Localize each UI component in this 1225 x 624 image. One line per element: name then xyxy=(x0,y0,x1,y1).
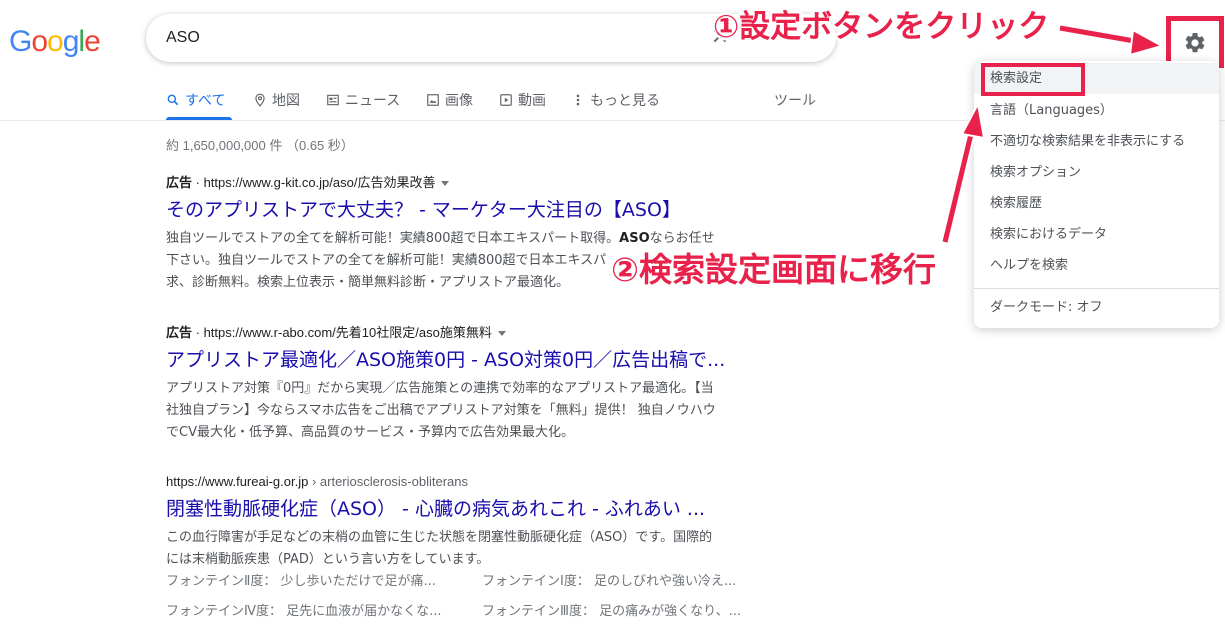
sublink[interactable]: フォンテインⅢ度： 足の痛みが強くなり、... xyxy=(482,601,798,623)
keyword-highlight: ASO xyxy=(619,231,650,246)
result-url[interactable]: https://www.g-kit.co.jp/aso/広告効果改善 xyxy=(204,175,436,190)
gear-icon[interactable] xyxy=(1183,31,1207,55)
result-snippet: アプリストア対策『0円』だから実現／広告施策との連携で効率的なアプリストア最適化… xyxy=(166,378,766,444)
tab-all[interactable]: すべて xyxy=(166,89,225,111)
sublink[interactable]: フォンテインⅠ度： 足のしびれや強い冷え... xyxy=(482,571,798,593)
result-cite: https://www.fureai-g.or.jp › arterioscle… xyxy=(166,473,766,491)
annotation-step2: ②検索設定画面に移行 xyxy=(611,250,936,289)
ad-label: 広告 xyxy=(166,325,193,340)
tab-maps[interactable]: 地図 xyxy=(253,89,300,111)
snippet-line: この血行障害が手足などの末梢の血管に生じた状態を閉塞性動脈硬化症（ASO）です。… xyxy=(166,530,713,545)
tab-more[interactable]: もっと見る xyxy=(571,89,660,111)
annotation-step1: ①設定ボタンをクリック xyxy=(713,9,1050,45)
tab-label: 地図 xyxy=(272,92,300,108)
tools-label: ツール xyxy=(774,92,816,108)
snippet-line: 社独自プラン】今ならスマホ広告をご出稿でアプリストア対策を「無料」提供！ 独自ノ… xyxy=(166,403,716,418)
logo-letter: g xyxy=(62,25,80,58)
chevron-down-icon[interactable] xyxy=(441,181,450,187)
result-title-link[interactable]: 閉塞性動脈硬化症（ASO） - 心臓の病気あれこれ - ふれあい ... xyxy=(166,497,766,521)
result-cite: 広告 · https://www.r-abo.com/先着10社限定/aso施策… xyxy=(166,324,766,342)
menu-item-languages[interactable]: 言語（Languages） xyxy=(974,95,1219,126)
menu-divider xyxy=(974,288,1219,289)
snippet-text: 独自ツールでストアの全てを解析可能！実績800超で日本エキスパート取得。ASOな… xyxy=(166,231,715,246)
menu-item-your-data[interactable]: 検索におけるデータ xyxy=(974,219,1219,250)
tab-videos[interactable]: 動画 xyxy=(499,89,546,111)
snippet-line: アプリストア対策『0円』だから実現／広告施策との連携で効率的なアプリストア最適化… xyxy=(166,381,714,396)
map-pin-icon xyxy=(255,93,265,107)
snippet-line: には末梢動脈疾患（PAD）という言い方をしています。 xyxy=(166,552,490,567)
logo-letter: e xyxy=(84,25,101,58)
tab-news[interactable]: ニュース xyxy=(326,89,400,111)
search-icon xyxy=(167,94,179,106)
result-stats: 約 1,650,000,000 件 （0.65 秒） xyxy=(166,138,354,153)
result-snippet: この血行障害が手足などの末梢の血管に生じた状態を閉塞性動脈硬化症（ASO）です。… xyxy=(166,527,766,571)
logo-letter: o xyxy=(47,25,64,58)
separator: · xyxy=(192,175,204,190)
search-result: 広告 · https://www.r-abo.com/先着10社限定/aso施策… xyxy=(166,324,766,444)
settings-menu: 検索設定 言語（Languages） 不適切な検索結果を非表示にする 検索オプシ… xyxy=(974,61,1219,328)
arrow-right-icon xyxy=(1059,23,1165,57)
tab-label: すべて xyxy=(185,92,226,108)
result-breadcrumb: › arteriosclerosis-obliterans xyxy=(308,474,469,489)
logo-letter: o xyxy=(31,25,48,58)
result-title-link[interactable]: そのアプリストアで大丈夫？ - マーケター大注目の【ASO】 xyxy=(166,198,766,222)
google-logo[interactable]: Google xyxy=(9,25,101,59)
tab-label: ニュース xyxy=(345,92,401,108)
tab-images[interactable]: 画像 xyxy=(426,89,473,111)
tab-label: もっと見る xyxy=(590,92,660,108)
result-url[interactable]: https://www.r-abo.com/先着10社限定/aso施策無料 xyxy=(204,325,492,340)
sublink[interactable]: フォンテインⅣ度： 足先に血液が届かなくな... xyxy=(166,601,482,623)
snippet-line: 独自ツールでストアの全てを解析可能！実績800超で日本エキスパート取得。ASOな… xyxy=(166,228,766,250)
logo-letter: G xyxy=(9,25,32,58)
ad-label: 広告 xyxy=(166,175,193,190)
chevron-down-icon[interactable] xyxy=(497,331,506,337)
menu-item-advanced-search[interactable]: 検索オプション xyxy=(974,157,1219,188)
separator: · xyxy=(192,325,204,340)
search-input[interactable] xyxy=(166,14,686,62)
tab-label: 画像 xyxy=(445,92,473,108)
search-result: https://www.fureai-g.or.jp › arterioscle… xyxy=(166,473,766,624)
news-icon xyxy=(327,94,339,106)
sublink-row: フォンテインⅡ度： 少し歩いただけで足が痛... フォンテインⅠ度： 足のしびれや… xyxy=(166,571,766,601)
tab-label: 動画 xyxy=(518,92,546,108)
snippet-line: でCV最大化・低予算、高品質のサービス・予算内で広告効果最大化。 xyxy=(166,425,574,440)
menu-item-safesearch[interactable]: 不適切な検索結果を非表示にする xyxy=(974,126,1219,157)
result-cite: 広告 · https://www.g-kit.co.jp/aso/広告効果改善 xyxy=(166,174,766,192)
menu-item-history[interactable]: 検索履歴 xyxy=(974,188,1219,219)
sublink-row: フォンテインⅣ度： 足先に血液が届かなくな... フォンテインⅢ度： 足の痛みが強… xyxy=(166,601,766,624)
result-url[interactable]: https://www.fureai-g.or.jp xyxy=(166,474,308,489)
more-vert-icon xyxy=(576,94,580,106)
tools-button[interactable]: ツール xyxy=(774,89,816,111)
video-icon xyxy=(500,94,512,106)
image-icon xyxy=(427,94,439,106)
search-settings-highlight xyxy=(981,63,1085,96)
menu-item-help[interactable]: ヘルプを検索 xyxy=(974,250,1219,281)
menu-item-dark-mode[interactable]: ダークモード: オフ xyxy=(974,292,1219,323)
sublink[interactable]: フォンテインⅡ度： 少し歩いただけで足が痛... xyxy=(166,571,482,593)
result-title-link[interactable]: アプリストア最適化／ASO施策0円 - ASO対策0円／広告出稿で... xyxy=(166,348,766,372)
